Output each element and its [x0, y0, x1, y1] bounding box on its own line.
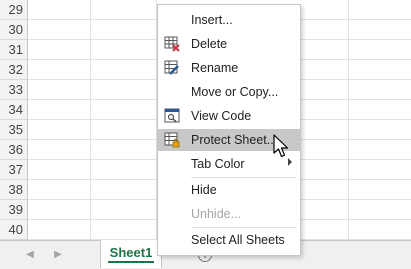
- scroll-tabs-left-icon[interactable]: ◀: [22, 247, 38, 263]
- menu-item-select-all-sheets[interactable]: Select All Sheets: [158, 229, 300, 251]
- menu-item-label: View Code: [191, 109, 252, 123]
- menu-item-move-or-copy[interactable]: Move or Copy...: [158, 81, 300, 103]
- row-header[interactable]: 34: [0, 100, 28, 120]
- row-header[interactable]: 35: [0, 120, 28, 140]
- row-header[interactable]: 40: [0, 220, 28, 240]
- row-header[interactable]: 37: [0, 160, 28, 180]
- menu-item-delete[interactable]: Delete: [158, 33, 300, 55]
- menu-item-view-code[interactable]: View Code: [158, 105, 300, 127]
- excel-sheet-area: 29 30 31 32 33 34 35 36 37 38 39 40 ◀ ▶ …: [0, 0, 411, 269]
- menu-item-label: Select All Sheets: [191, 233, 285, 247]
- row-header[interactable]: 36: [0, 140, 28, 160]
- sheet-context-menu: Insert... Delete Rename Move or Copy... …: [157, 4, 301, 256]
- menu-item-hide[interactable]: Hide: [158, 179, 300, 201]
- row-header[interactable]: 31: [0, 40, 28, 60]
- rename-sheet-icon: [164, 60, 180, 76]
- row-header[interactable]: 29: [0, 0, 28, 20]
- menu-item-rename[interactable]: Rename: [158, 57, 300, 79]
- view-code-icon: [164, 108, 180, 124]
- menu-item-label: Hide: [191, 183, 217, 197]
- row-header[interactable]: 33: [0, 80, 28, 100]
- row-header[interactable]: 39: [0, 200, 28, 220]
- protect-sheet-icon: [164, 132, 180, 148]
- sheet-tab[interactable]: Sheet1: [100, 240, 162, 268]
- menu-separator: [191, 227, 296, 228]
- delete-sheet-icon: [164, 36, 180, 52]
- row-header[interactable]: 30: [0, 20, 28, 40]
- menu-item-label: Delete: [191, 37, 228, 51]
- scroll-tabs-right-icon[interactable]: ▶: [50, 247, 66, 263]
- row-header[interactable]: 38: [0, 180, 28, 200]
- menu-item-label: Insert...: [191, 13, 233, 27]
- sheet-tab-label: Sheet1: [107, 246, 155, 263]
- menu-item-label: Move or Copy...: [191, 85, 279, 99]
- menu-item-insert[interactable]: Insert...: [158, 9, 300, 31]
- menu-item-label: Tab Color: [191, 157, 245, 171]
- menu-item-label: Protect Sheet...: [191, 133, 278, 147]
- mouse-pointer-icon: [273, 134, 291, 160]
- menu-separator: [191, 177, 296, 178]
- menu-item-label: Rename: [191, 61, 239, 75]
- row-header[interactable]: 32: [0, 60, 28, 80]
- menu-item-label: Unhide...: [191, 207, 242, 221]
- menu-item-unhide: Unhide...: [158, 203, 300, 225]
